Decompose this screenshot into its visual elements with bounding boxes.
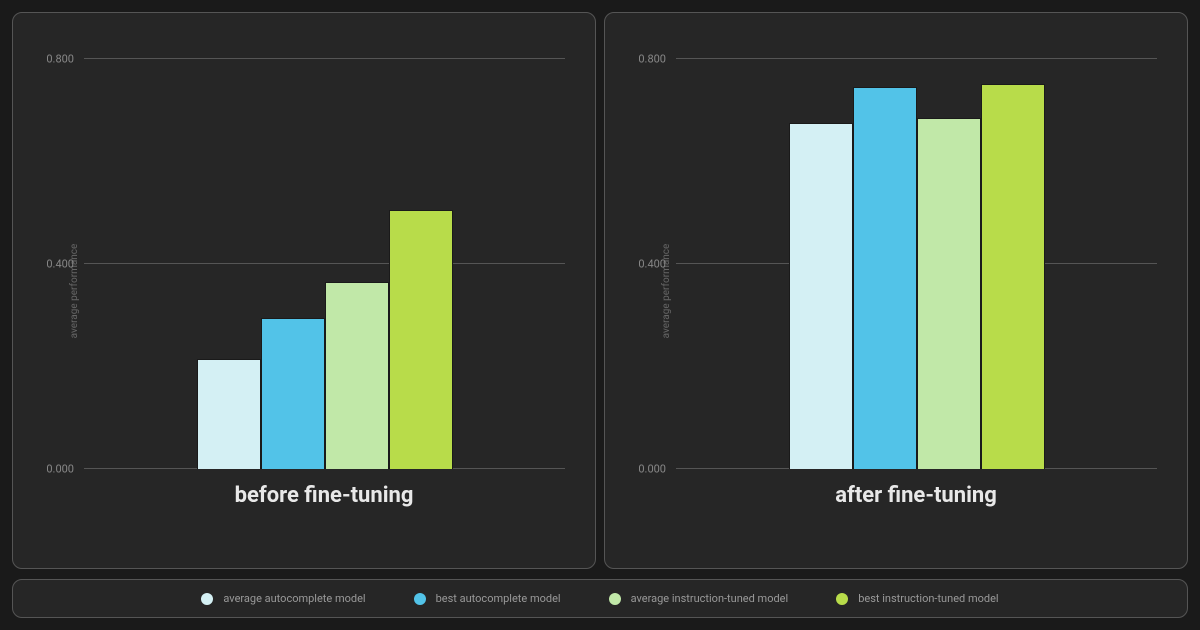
bars-group xyxy=(676,33,1157,469)
chart-panel-after: average performance 0.0000.4000.800 afte… xyxy=(604,12,1188,569)
bar xyxy=(389,210,453,469)
bar xyxy=(197,359,261,469)
legend-item: best instruction-tuned model xyxy=(836,592,998,605)
y-tick-label: 0.000 xyxy=(46,463,74,476)
bar xyxy=(261,318,325,469)
legend-swatch-icon xyxy=(201,593,213,605)
bar xyxy=(917,118,981,469)
legend-item: average instruction-tuned model xyxy=(609,592,789,605)
legend-label: average instruction-tuned model xyxy=(631,592,789,605)
chart-title-after: after fine-tuning xyxy=(675,483,1157,508)
bar xyxy=(325,282,389,469)
y-tick-label: 0.800 xyxy=(46,52,74,65)
legend-swatch-icon xyxy=(836,593,848,605)
legend-item: best autocomplete model xyxy=(414,592,561,605)
legend: average autocomplete model best autocomp… xyxy=(12,579,1188,618)
y-tick-label: 0.800 xyxy=(638,52,666,65)
plot-area-before: 0.0000.4000.800 xyxy=(83,33,565,469)
legend-swatch-icon xyxy=(414,593,426,605)
plot-area-after: 0.0000.4000.800 xyxy=(675,33,1157,469)
legend-label: best instruction-tuned model xyxy=(858,592,998,605)
chart-title-before: before fine-tuning xyxy=(83,483,565,508)
legend-swatch-icon xyxy=(609,593,621,605)
charts-row: average performance 0.0000.4000.800 befo… xyxy=(12,12,1188,569)
y-tick-label: 0.400 xyxy=(46,257,74,270)
chart-panel-before: average performance 0.0000.4000.800 befo… xyxy=(12,12,596,569)
y-tick-label: 0.400 xyxy=(638,257,666,270)
bar xyxy=(981,84,1045,469)
legend-label: average autocomplete model xyxy=(223,592,365,605)
bar xyxy=(789,123,853,469)
legend-item: average autocomplete model xyxy=(201,592,365,605)
legend-label: best autocomplete model xyxy=(436,592,561,605)
bar xyxy=(853,87,917,469)
bars-group xyxy=(84,33,565,469)
y-tick-label: 0.000 xyxy=(638,463,666,476)
